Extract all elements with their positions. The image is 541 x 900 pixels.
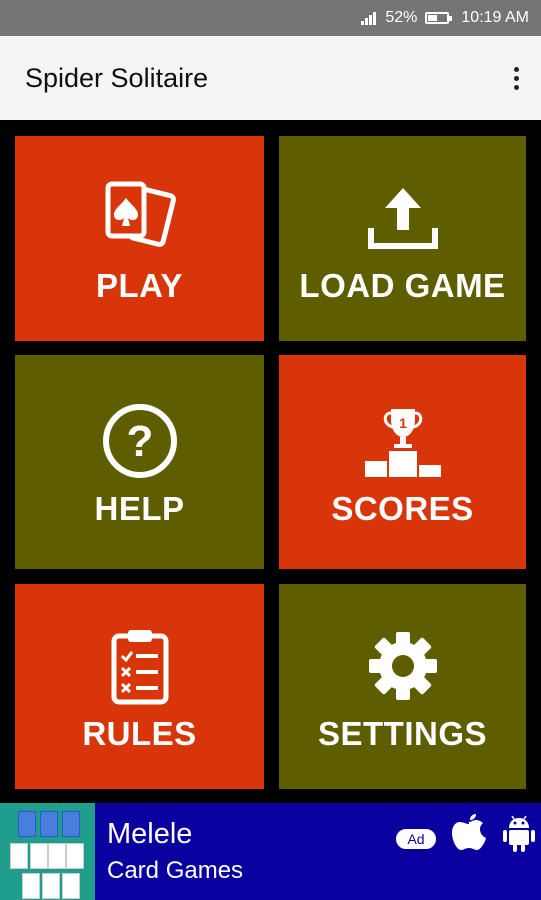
ad-subtitle: Card Games (107, 857, 244, 884)
rules-button[interactable]: RULES (15, 584, 264, 789)
scores-label: SCORES (331, 490, 474, 527)
ad-text: Melele Card Games (95, 803, 243, 900)
scores-button[interactable]: 1 SCORES (279, 355, 526, 569)
settings-label: SETTINGS (317, 714, 488, 752)
overflow-menu-icon[interactable] (514, 66, 519, 90)
clock: 10:19 AM (461, 9, 529, 26)
help-icon: ? (95, 396, 185, 486)
ad-title: Melele (107, 818, 193, 850)
help-label: HELP (94, 490, 185, 527)
ad-thumbnail (0, 803, 95, 900)
ad-badge: Ad (396, 829, 436, 849)
status-bar: 52% 10:19 AM (0, 0, 541, 36)
play-button[interactable]: PLAY (15, 136, 264, 341)
load-game-button[interactable]: LOAD GAME (279, 136, 526, 341)
settings-button[interactable]: SETTINGS (279, 584, 526, 789)
signal-icon (361, 12, 377, 25)
rules-label: RULES (82, 714, 197, 752)
svg-text:1: 1 (399, 415, 407, 431)
gear-icon (358, 621, 448, 711)
svg-text:?: ? (126, 417, 153, 466)
app-title: Spider Solitaire (25, 62, 209, 93)
upload-icon (358, 173, 448, 263)
cards-icon (95, 173, 185, 263)
android-icon[interactable] (503, 815, 535, 853)
load-game-label: LOAD GAME (299, 266, 506, 304)
help-button[interactable]: ? HELP (15, 355, 264, 569)
apple-icon[interactable] (452, 814, 486, 852)
battery-percent: 52% (385, 9, 418, 26)
trophy-podium-icon: 1 (358, 396, 448, 486)
app-bar: Spider Solitaire (0, 36, 541, 120)
clipboard-checklist-icon (95, 621, 185, 711)
battery-icon (425, 12, 453, 24)
play-label: PLAY (96, 266, 183, 304)
